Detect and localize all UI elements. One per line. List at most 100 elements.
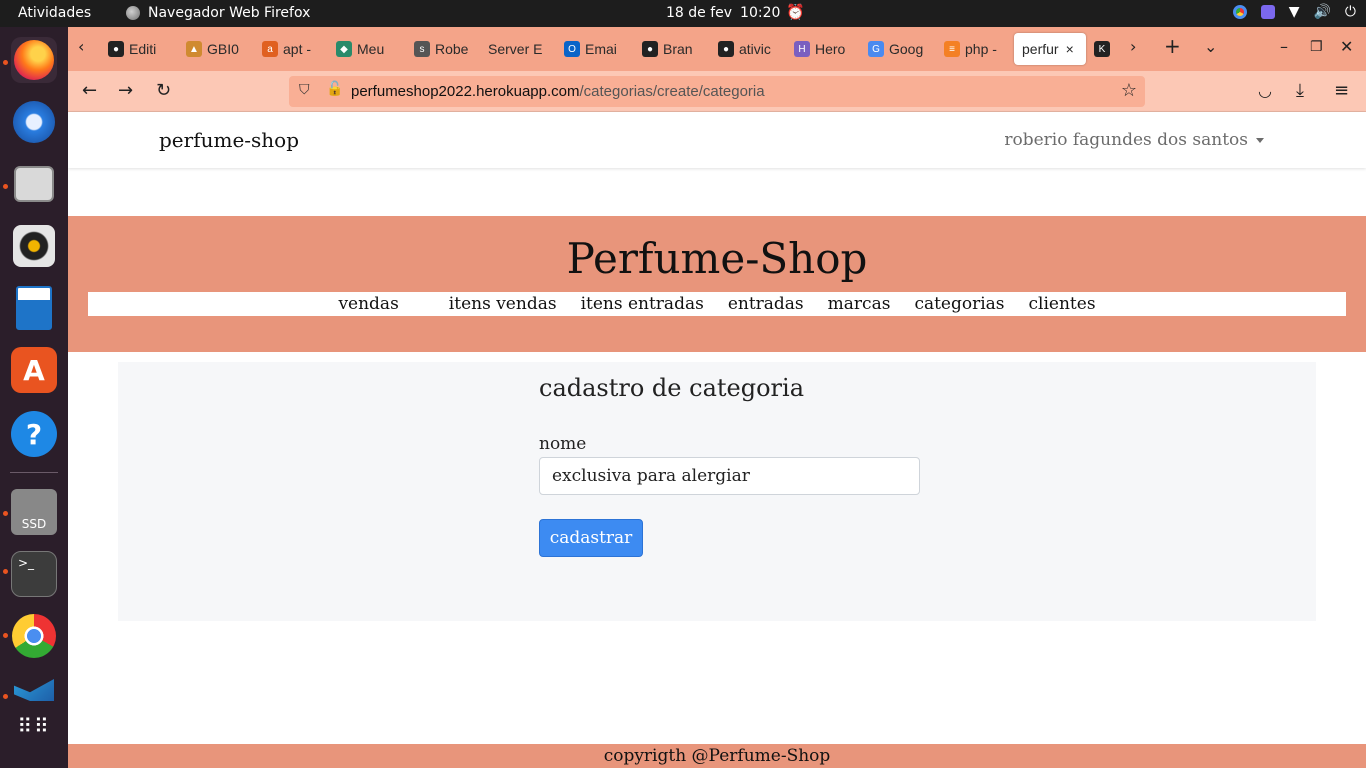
wifi-icon[interactable]: ▼ <box>1289 4 1300 20</box>
tab-label: Server E <box>488 41 543 57</box>
bookmark-star-icon[interactable]: ☆ <box>1121 80 1137 101</box>
reload-button[interactable]: ↻ <box>156 81 171 101</box>
submit-button[interactable]: cadastrar <box>539 519 643 557</box>
tracking-protection-icon[interactable]: ⛉ <box>299 82 310 98</box>
heroku-icon: H <box>794 41 810 57</box>
files-running-dot <box>3 184 8 189</box>
browser-tab[interactable]: G Goog <box>868 33 932 65</box>
close-window-button[interactable]: ✕ <box>1340 37 1353 56</box>
clock[interactable]: 18 de fev 10:20 <box>666 5 780 21</box>
thunderbird-icon <box>13 101 55 143</box>
menu-item-categorias[interactable]: categorias <box>902 292 1016 316</box>
form-title: cadastro de categoria <box>539 374 804 402</box>
power-icon[interactable]: ⏻ <box>1345 4 1356 20</box>
volume-icon[interactable]: 🔊 <box>1313 4 1330 20</box>
url-text[interactable]: perfumeshop2022.herokuapp.com/categorias… <box>351 83 765 100</box>
terminal-icon: >_ <box>18 556 35 570</box>
browser-tab[interactable]: ≡ php - <box>944 33 1002 65</box>
menu-icon[interactable]: ≡ <box>1334 81 1349 101</box>
browser-tab[interactable]: K <box>1094 33 1118 65</box>
new-tab-button[interactable]: + <box>1164 34 1181 58</box>
insecure-lock-icon[interactable]: 🔓 <box>326 81 343 97</box>
rhythmbox-icon <box>13 225 55 267</box>
writer-launcher[interactable] <box>11 285 57 331</box>
browser-tab[interactable]: ● Editi <box>108 33 174 65</box>
pocket-icon[interactable]: ◡ <box>1258 81 1272 101</box>
browser-tab[interactable]: s Robe <box>414 33 476 65</box>
vscode-running-dot <box>3 694 8 699</box>
k-site-icon: K <box>1094 41 1110 57</box>
menu-item-entradas[interactable]: entradas <box>716 292 816 316</box>
site-brand-link[interactable]: perfume-shop <box>159 128 299 152</box>
tab-label: Bran <box>663 41 693 57</box>
ssd-drive-launcher[interactable]: SSD <box>11 489 57 535</box>
forward-button[interactable]: → <box>118 81 133 101</box>
name-input[interactable] <box>539 457 920 495</box>
activities-button[interactable]: Atividades <box>18 5 91 21</box>
files-launcher[interactable] <box>11 161 57 207</box>
chrome-icon <box>12 614 56 658</box>
tab-label: perfur <box>1022 41 1059 57</box>
tab-label: apt - <box>283 41 312 57</box>
web-page: perfume-shop roberio fagundes dos santos… <box>68 112 1366 768</box>
tab-label: php - <box>965 41 997 57</box>
tab-label: Goog <box>889 41 924 57</box>
help-launcher[interactable]: ? <box>11 411 57 457</box>
browser-tab[interactable]: perfur × <box>1014 33 1086 65</box>
browser-tab[interactable]: ▲ GBI0 <box>186 33 248 65</box>
browser-tab[interactable]: O Emai <box>564 33 630 65</box>
terminal-running-dot <box>3 569 8 574</box>
menu-item-clientes[interactable]: clientes <box>1017 292 1108 316</box>
tab-label: Robe <box>435 41 469 57</box>
main-menu: vendas itens vendas itens entradas entra… <box>88 292 1346 316</box>
outlook-icon: O <box>564 41 580 57</box>
close-tab-icon[interactable]: × <box>1066 41 1074 57</box>
browser-tab[interactable]: Server E <box>488 33 556 65</box>
help-icon: ? <box>25 417 43 451</box>
system-tray[interactable]: ▼ 🔊 ⏻ <box>1232 4 1356 20</box>
url-bar[interactable]: ⛉ 🔓 perfumeshop2022.herokuapp.com/catego… <box>289 76 1145 107</box>
navigation-toolbar: ← → ↻ ⛉ 🔓 perfumeshop2022.herokuapp.com/… <box>68 71 1366 112</box>
user-menu-dropdown[interactable]: roberio fagundes dos santos <box>1004 130 1264 150</box>
ssd-running-dot <box>3 511 8 516</box>
menu-item-itens-entradas[interactable]: itens entradas <box>569 292 716 316</box>
downloads-icon[interactable]: ⤓ <box>1296 81 1304 101</box>
thunderbird-launcher[interactable] <box>11 99 57 145</box>
scroll-tabs-right-button[interactable]: › <box>1130 37 1136 56</box>
menu-item-itens-vendas[interactable]: itens vendas <box>437 292 569 316</box>
site-footer: copyrigth @Perfume-Shop <box>68 744 1366 768</box>
book-icon: ▲ <box>186 41 202 57</box>
browser-tab[interactable]: H Hero <box>794 33 854 65</box>
browser-tab[interactable]: a apt - <box>262 33 326 65</box>
firefox-launcher[interactable] <box>11 37 57 83</box>
site-header: perfume-shop roberio fagundes dos santos <box>68 112 1366 168</box>
browser-tab[interactable]: ● Bran <box>642 33 704 65</box>
banner-title: Perfume-Shop <box>566 234 868 283</box>
back-button[interactable]: ← <box>82 81 97 101</box>
firefox-small-icon <box>126 6 140 20</box>
chrome-running-dot <box>3 633 8 638</box>
menu-item-vendas[interactable]: vendas <box>326 292 436 316</box>
scroll-tabs-left-button[interactable]: ‹ <box>78 37 84 56</box>
browser-tab[interactable]: ◆ Meu <box>336 33 400 65</box>
chrome-launcher[interactable] <box>11 613 57 659</box>
vscode-launcher[interactable] <box>11 675 57 701</box>
tab-strip: ‹ ● Editi ▲ GBI0 a apt - ◆ Meu s Robe Server E O Ema… <box>68 27 1366 71</box>
rhythmbox-launcher[interactable] <box>11 223 57 269</box>
app-center-launcher[interactable]: A <box>11 347 57 393</box>
dock-separator <box>10 472 58 473</box>
show-apps-button[interactable]: ⠿⠿ <box>11 715 57 761</box>
tab-label: Editi <box>129 41 157 57</box>
terminal-launcher[interactable]: >_ <box>11 551 57 597</box>
menu-item-marcas[interactable]: marcas <box>816 292 903 316</box>
writer-icon <box>16 286 52 330</box>
tab-label: ativic <box>739 41 771 57</box>
github-icon: ● <box>718 41 734 57</box>
chrome-tray-icon[interactable] <box>1232 5 1247 19</box>
app-menu[interactable]: Navegador Web Firefox <box>126 5 310 21</box>
browser-tab[interactable]: ● ativic <box>718 33 780 65</box>
maximize-button[interactable]: ❐ <box>1310 39 1323 55</box>
minimize-button[interactable]: – <box>1280 37 1288 56</box>
teams-tray-icon[interactable] <box>1260 5 1275 19</box>
list-tabs-button[interactable]: ⌄ <box>1204 37 1217 56</box>
